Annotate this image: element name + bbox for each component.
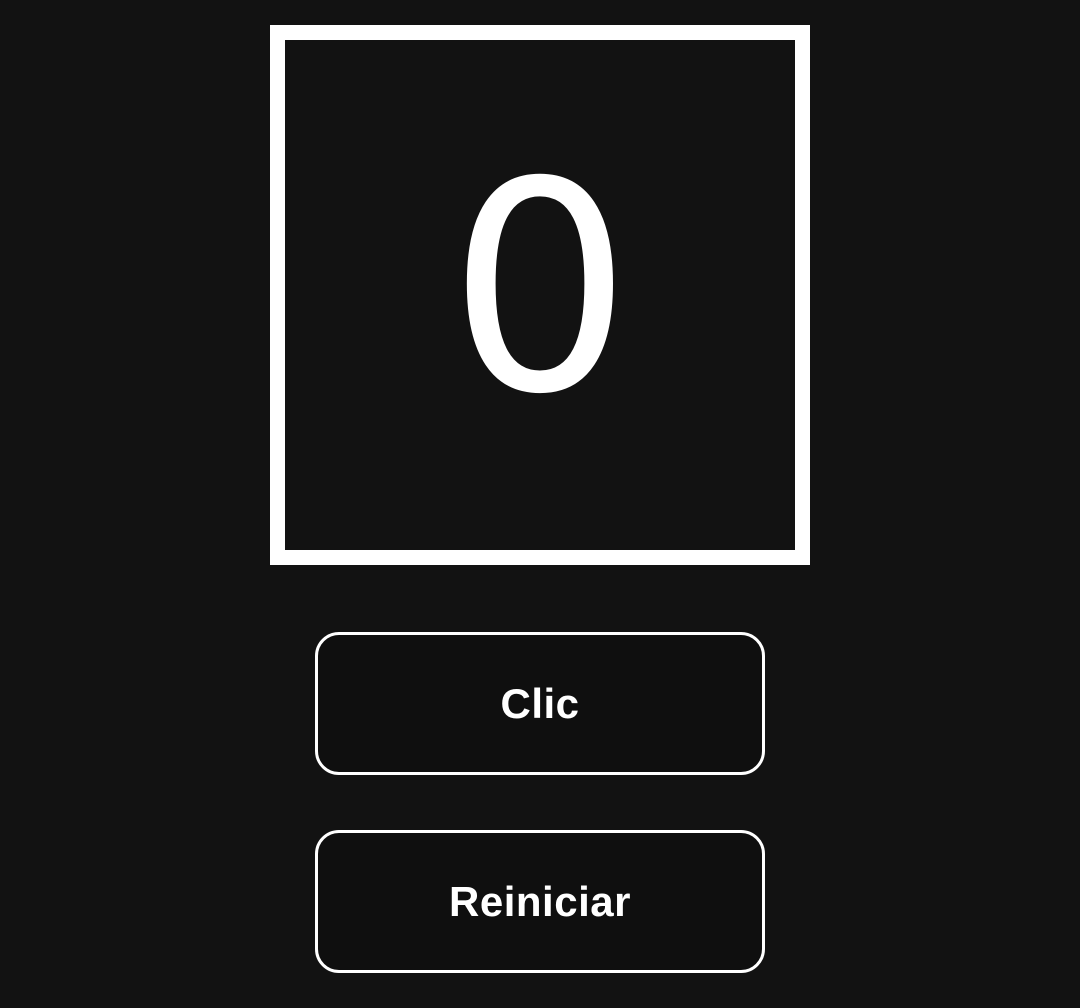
reset-button-label: Reiniciar: [449, 877, 631, 925]
counter-display: 0: [270, 25, 810, 565]
click-button[interactable]: Clic: [315, 632, 765, 775]
click-button-label: Clic: [500, 679, 580, 727]
reset-button[interactable]: Reiniciar: [315, 830, 765, 973]
counter-value: 0: [447, 121, 633, 458]
